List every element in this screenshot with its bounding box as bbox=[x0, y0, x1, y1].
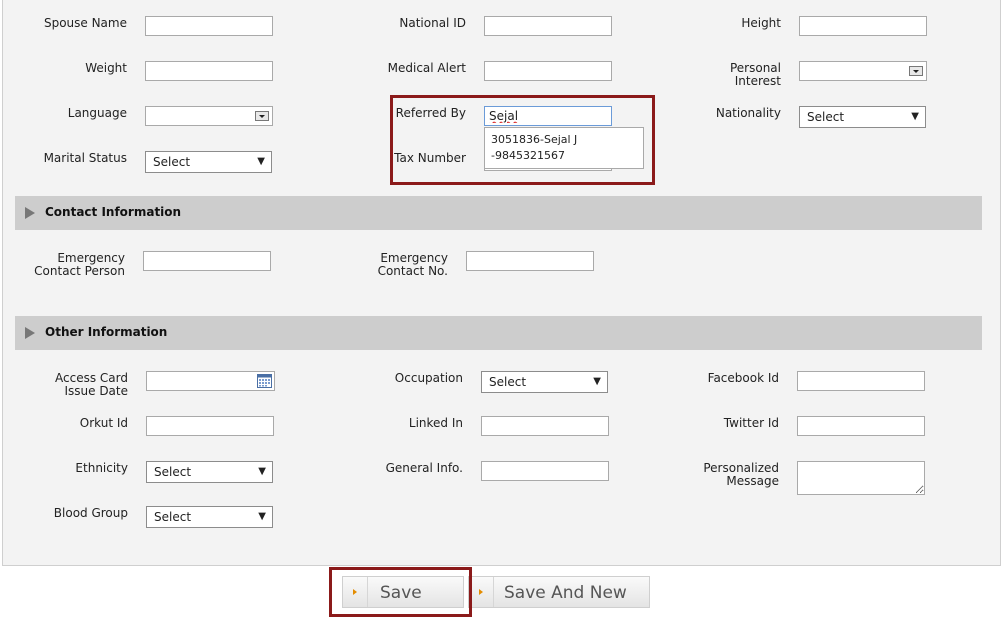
emergency-contact-person-input[interactable] bbox=[143, 251, 271, 271]
language-multiselect[interactable] bbox=[145, 106, 273, 126]
twitter-id-input[interactable] bbox=[797, 416, 925, 436]
blood-group-select[interactable]: Select ▼ bbox=[146, 506, 273, 528]
spouse-name-input[interactable] bbox=[145, 16, 273, 36]
chevron-down-icon: ▼ bbox=[593, 376, 601, 387]
medical-alert-label: Medical Alert bbox=[387, 61, 466, 75]
weight-input[interactable] bbox=[145, 61, 273, 81]
chevron-down-icon: ▼ bbox=[258, 466, 266, 477]
blood-group-label: Blood Group bbox=[53, 506, 128, 520]
twitter-id-label: Twitter Id bbox=[723, 416, 779, 430]
chevron-down-icon[interactable] bbox=[255, 111, 269, 121]
emergency-contact-person-label-line2: Contact Person bbox=[34, 264, 125, 278]
ethnicity-label: Ethnicity bbox=[75, 461, 128, 475]
chevron-down-icon: ▼ bbox=[258, 511, 266, 522]
orkut-id-label: Orkut Id bbox=[79, 416, 128, 430]
medical-alert-input[interactable] bbox=[484, 61, 612, 81]
height-input[interactable] bbox=[799, 16, 927, 36]
save-and-new-button[interactable]: Save And New bbox=[468, 576, 650, 608]
occupation-label: Occupation bbox=[394, 371, 463, 385]
general-info-input[interactable] bbox=[481, 461, 609, 481]
chevron-down-icon[interactable] bbox=[909, 66, 923, 76]
marital-status-select[interactable]: Select ▼ bbox=[145, 151, 272, 173]
contact-section-header[interactable]: Contact Information bbox=[15, 196, 982, 230]
play-small-icon bbox=[469, 577, 494, 607]
triangle-right-icon bbox=[25, 207, 35, 219]
personal-interest-label: Personal Interest bbox=[700, 62, 781, 88]
occupation-select-value: Select bbox=[489, 375, 527, 389]
access-card-issue-date-label: Access Card Issue Date bbox=[30, 372, 128, 398]
blood-group-select-value: Select bbox=[154, 510, 192, 524]
emergency-contact-no-input[interactable] bbox=[466, 251, 594, 271]
nationality-label: Nationality bbox=[715, 106, 781, 120]
nationality-select-value: Select bbox=[807, 110, 845, 124]
emergency-contact-no-label-line2: Contact No. bbox=[377, 264, 448, 278]
access-card-issue-date-input[interactable] bbox=[146, 371, 275, 391]
weight-label: Weight bbox=[85, 61, 127, 75]
emergency-contact-person-label: Emergency Contact Person bbox=[25, 252, 125, 278]
general-info-label: General Info. bbox=[385, 461, 463, 475]
other-section-title: Other Information bbox=[45, 325, 168, 339]
marital-status-select-value: Select bbox=[153, 155, 191, 169]
save-highlight-box bbox=[329, 567, 472, 617]
orkut-id-input[interactable] bbox=[146, 416, 274, 436]
facebook-id-input[interactable] bbox=[797, 371, 925, 391]
height-label: Height bbox=[741, 16, 781, 30]
triangle-right-icon bbox=[25, 327, 35, 339]
save-and-new-button-label: Save And New bbox=[504, 583, 627, 603]
marital-status-label: Marital Status bbox=[43, 151, 127, 165]
personal-interest-multiselect[interactable] bbox=[799, 61, 927, 81]
occupation-select[interactable]: Select ▼ bbox=[481, 371, 608, 393]
access-card-label-line2: Issue Date bbox=[64, 384, 128, 398]
other-section-header[interactable]: Other Information bbox=[15, 316, 982, 350]
national-id-label: National ID bbox=[399, 16, 466, 30]
personalized-message-textarea[interactable] bbox=[797, 461, 925, 495]
contact-section-title: Contact Information bbox=[45, 205, 182, 219]
chevron-down-icon: ▼ bbox=[911, 111, 919, 122]
linkedin-label: Linked In bbox=[408, 416, 463, 430]
emergency-contact-no-label: Emergency Contact No. bbox=[358, 252, 448, 278]
personalized-message-label: Personalized Message bbox=[690, 462, 779, 488]
chevron-down-icon: ▼ bbox=[257, 156, 265, 167]
ethnicity-select[interactable]: Select ▼ bbox=[146, 461, 273, 483]
personalized-message-label-line2: Message bbox=[726, 474, 779, 488]
linkedin-input[interactable] bbox=[481, 416, 609, 436]
nationality-select[interactable]: Select ▼ bbox=[799, 106, 926, 128]
national-id-input[interactable] bbox=[484, 16, 612, 36]
calendar-icon[interactable] bbox=[257, 374, 272, 388]
language-label: Language bbox=[67, 106, 127, 120]
highlight-box bbox=[390, 95, 655, 185]
spouse-name-label: Spouse Name bbox=[43, 16, 127, 30]
ethnicity-select-value: Select bbox=[154, 465, 192, 479]
facebook-id-label: Facebook Id bbox=[707, 371, 779, 385]
personal-interest-label-line2: Interest bbox=[734, 74, 781, 88]
